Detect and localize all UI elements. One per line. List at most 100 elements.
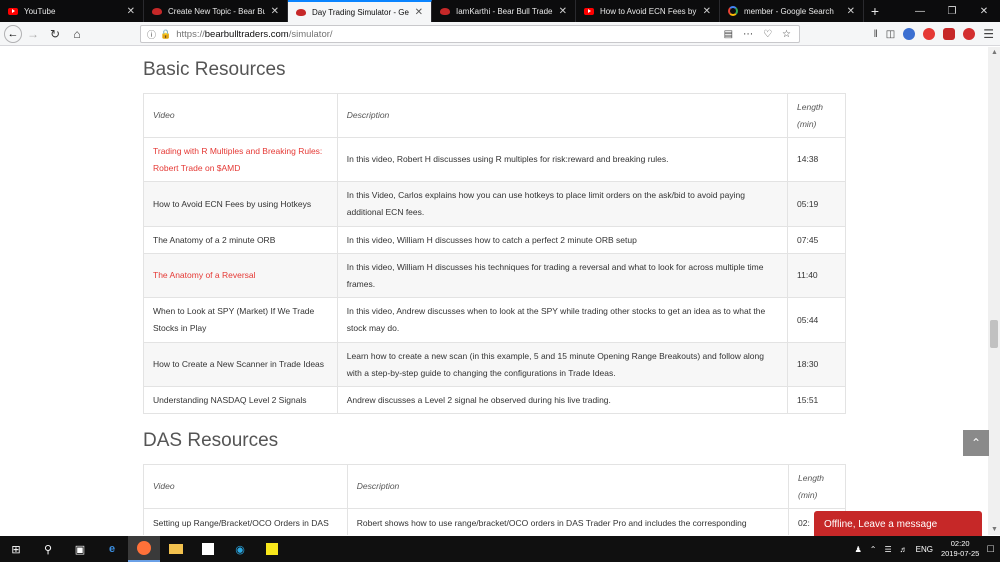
minimize-icon[interactable]: — bbox=[904, 0, 936, 22]
table-row: How to Create a New Scanner in Trade Ide… bbox=[143, 342, 846, 387]
video-cell: The Anatomy of a Reversal bbox=[143, 253, 338, 298]
close-tab-icon[interactable]: ✕ bbox=[847, 6, 855, 17]
bookmark-star-icon[interactable]: ☆ bbox=[782, 29, 791, 40]
file-explorer-icon[interactable] bbox=[160, 536, 192, 562]
table-row: Setting up Range/Bracket/OCO Orders in D… bbox=[143, 508, 846, 535]
home-icon: ⌂ bbox=[73, 26, 81, 41]
offline-chat-button[interactable]: Offline, Leave a message bbox=[814, 511, 982, 537]
description-cell: In this video, Andrew discusses when to … bbox=[336, 297, 789, 343]
info-icon: ⓘ bbox=[147, 29, 157, 40]
clock-time: 02:20 bbox=[950, 539, 970, 548]
table-row: The Anatomy of a 2 minute ORB In this vid… bbox=[143, 226, 846, 254]
section-heading-das: DAS Resources bbox=[143, 430, 279, 451]
table-row: Trading with R Multiples and Breaking Ru… bbox=[143, 137, 846, 182]
video-cell: When to Look at SPY (Market) If We Trade… bbox=[143, 297, 338, 343]
firefox-icon[interactable] bbox=[128, 536, 160, 562]
video-title: How to Create a New Scanner in Trade Ide… bbox=[153, 359, 325, 369]
close-tab-icon[interactable]: ✕ bbox=[127, 6, 135, 17]
bearbull-icon bbox=[440, 6, 450, 16]
new-tab-button[interactable]: + bbox=[864, 0, 886, 22]
tab-title: member - Google Search bbox=[744, 6, 834, 16]
system-clock[interactable]: 02:20 2019-07-25 bbox=[941, 539, 979, 559]
reader-view-icon[interactable]: ▤ bbox=[724, 29, 733, 40]
sidebar-icon[interactable]: ◫ bbox=[886, 29, 895, 40]
window-controls: — ❐ ✕ bbox=[904, 0, 1000, 22]
language-indicator[interactable]: ENG bbox=[916, 545, 933, 554]
url-host: bearbulltraders.com bbox=[204, 28, 289, 40]
browser-tab[interactable]: member - Google Search ✕ bbox=[720, 0, 864, 22]
video-cell: How to Avoid ECN Fees by using Hotkeys bbox=[143, 181, 338, 227]
scroll-down-icon[interactable]: ▼ bbox=[991, 526, 998, 533]
column-header-description: Description bbox=[336, 93, 789, 138]
video-link[interactable]: Trading with R Multiples and Breaking Ru… bbox=[153, 146, 322, 173]
edge-browser-icon[interactable]: e bbox=[96, 536, 128, 562]
library-icon[interactable]: ‖ bbox=[874, 29, 878, 40]
chevron-up-icon[interactable]: ⌃ bbox=[870, 545, 877, 554]
table-row: How to Avoid ECN Fees by using Hotkeys In… bbox=[143, 181, 846, 227]
extension-icon[interactable] bbox=[923, 28, 936, 40]
browser-tab[interactable]: Create New Topic - Bear Bull T ✕ bbox=[144, 0, 288, 22]
close-window-icon[interactable]: ✕ bbox=[968, 0, 1000, 22]
search-icon[interactable]: ⚲ bbox=[32, 536, 64, 562]
browser-tab[interactable]: Day Trading Simulator - Get Yo ✕ bbox=[288, 0, 432, 22]
sticky-notes-icon[interactable] bbox=[256, 536, 288, 562]
close-tab-icon[interactable]: ✕ bbox=[559, 6, 567, 17]
length-cell: 11:40 bbox=[787, 253, 846, 298]
length-cell: 15:51 bbox=[787, 386, 846, 414]
length-cell: 05:44 bbox=[787, 297, 846, 343]
network-icon[interactable]: ☰ bbox=[884, 545, 891, 554]
google-icon bbox=[728, 6, 738, 16]
video-cell: Setting up Range/Bracket/OCO Orders in D… bbox=[143, 508, 348, 535]
menu-icon[interactable]: ☰ bbox=[983, 27, 994, 41]
tab-title: IamKarthi - Bear Bull Traders F bbox=[456, 6, 553, 16]
extension-icon[interactable] bbox=[903, 28, 916, 40]
arrow-left-icon: ← bbox=[7, 27, 19, 40]
video-link[interactable]: The Anatomy of a Reversal bbox=[153, 270, 256, 280]
close-tab-icon[interactable]: ✕ bbox=[703, 6, 711, 17]
store-icon[interactable] bbox=[192, 536, 224, 562]
column-header-length: Length (min) bbox=[787, 93, 846, 138]
table-row: When to Look at SPY (Market) If We Trade… bbox=[143, 297, 846, 343]
tab-bar: YouTube✕Create New Topic - Bear Bull T✕D… bbox=[0, 0, 1000, 22]
extension-icon[interactable] bbox=[963, 28, 976, 40]
section-heading-basic: Basic Resources bbox=[143, 59, 286, 80]
reload-button[interactable]: ↻ bbox=[44, 23, 66, 45]
app-icon[interactable]: ◉ bbox=[224, 536, 256, 562]
table-row: Understanding NASDAQ Level 2 Signals Andr… bbox=[143, 386, 846, 414]
tab-title: Day Trading Simulator - Get Yo bbox=[312, 7, 409, 17]
browser-tab[interactable]: How to Avoid ECN Fees by usi ✕ bbox=[576, 0, 720, 22]
video-title: The Anatomy of a 2 minute ORB bbox=[153, 234, 276, 245]
people-icon[interactable]: ♟ bbox=[855, 545, 862, 554]
reload-icon: ↻ bbox=[49, 26, 61, 41]
browser-tab[interactable]: IamKarthi - Bear Bull Traders F ✕ bbox=[432, 0, 576, 22]
close-tab-icon[interactable]: ✕ bbox=[271, 6, 279, 17]
video-title: How to Avoid ECN Fees by using Hotkeys bbox=[153, 198, 312, 209]
address-bar[interactable]: ⓘ 🔒 https:// bearbulltraders.com /simula… bbox=[140, 25, 800, 43]
tab-title: Create New Topic - Bear Bull T bbox=[168, 6, 265, 16]
volume-icon[interactable]: ♬ bbox=[900, 545, 908, 554]
more-actions-icon[interactable]: ⋯ bbox=[743, 29, 753, 40]
home-button[interactable]: ⌂ bbox=[66, 23, 88, 45]
scroll-up-icon[interactable]: ▲ bbox=[991, 49, 998, 56]
description-cell: Learn how to create a new scan (in this … bbox=[336, 342, 789, 387]
browser-tab[interactable]: YouTube ✕ bbox=[0, 0, 144, 22]
close-tab-icon[interactable]: ✕ bbox=[415, 7, 423, 18]
lock-icon: 🔒 bbox=[160, 28, 172, 39]
notifications-icon[interactable]: □ bbox=[987, 543, 994, 555]
windows-start-icon[interactable]: ⊞ bbox=[0, 536, 32, 562]
video-title: When to Look at SPY (Market) If We Trade… bbox=[153, 306, 315, 333]
task-view-icon[interactable]: ▣ bbox=[64, 536, 96, 562]
extension-icon[interactable] bbox=[943, 28, 956, 40]
description-cell: In this Video, Carlos explains how you c… bbox=[336, 181, 789, 227]
windows-taskbar: ⊞ ⚲ ▣ e ◉ ♟ ⌃ ☰ ♬ ENG 02:20 2019-07-25 □ bbox=[0, 536, 1000, 562]
video-cell: How to Create a New Scanner in Trade Ide… bbox=[143, 342, 338, 387]
restore-icon[interactable]: ❐ bbox=[936, 0, 968, 22]
pocket-icon[interactable]: ♡ bbox=[763, 29, 772, 40]
page-scrollbar[interactable]: ▲ ▼ bbox=[988, 47, 1000, 535]
scroll-to-top-button[interactable]: ⌃ bbox=[963, 430, 989, 456]
scrollbar-thumb[interactable] bbox=[990, 320, 998, 348]
forward-button[interactable]: → bbox=[22, 23, 44, 45]
navigation-bar: ← → ↻ ⌂ ⓘ 🔒 https:// bearbulltraders.com… bbox=[0, 22, 1000, 46]
description-cell: Andrew discusses a Level 2 signal he obs… bbox=[336, 386, 789, 414]
back-button[interactable]: ← bbox=[4, 24, 22, 43]
